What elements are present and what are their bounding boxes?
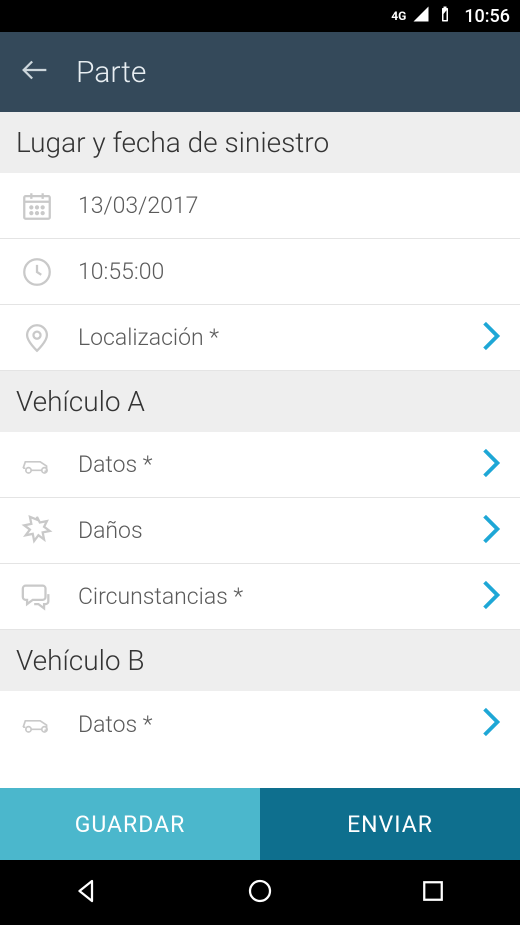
network-label: 4G bbox=[391, 9, 406, 23]
nav-back-icon[interactable] bbox=[72, 876, 102, 910]
veha-circ-label: Circunstancias * bbox=[78, 583, 458, 610]
row-time[interactable]: 10:55:00 bbox=[0, 239, 520, 305]
android-nav-bar bbox=[0, 860, 520, 925]
chevron-right-icon bbox=[480, 579, 502, 615]
clock-time: 10:56 bbox=[464, 6, 510, 27]
send-button[interactable]: ENVIAR bbox=[260, 788, 520, 860]
row-veha-danos[interactable]: Daños bbox=[0, 498, 520, 564]
row-vehb-datos[interactable]: Datos * bbox=[0, 691, 520, 757]
time-value: 10:55:00 bbox=[78, 258, 502, 285]
row-veha-datos[interactable]: Datos * bbox=[0, 432, 520, 498]
back-icon[interactable] bbox=[18, 53, 52, 91]
section-header-veh-a: Vehículo A bbox=[0, 371, 520, 432]
chevron-right-icon bbox=[480, 447, 502, 483]
battery-icon bbox=[436, 5, 454, 28]
damage-icon bbox=[18, 514, 56, 548]
signal-icon bbox=[412, 5, 430, 28]
location-icon bbox=[18, 321, 56, 355]
veha-danos-label: Daños bbox=[78, 517, 458, 544]
chevron-right-icon bbox=[480, 513, 502, 549]
car-icon bbox=[18, 707, 56, 741]
row-veha-circ[interactable]: Circunstancias * bbox=[0, 564, 520, 630]
section-header-veh-b: Vehículo B bbox=[0, 630, 520, 691]
status-bar: 4G 10:56 bbox=[0, 0, 520, 32]
row-date[interactable]: 13/03/2017 bbox=[0, 173, 520, 239]
location-label: Localización * bbox=[78, 324, 458, 351]
clock-icon bbox=[18, 255, 56, 289]
chevron-right-icon bbox=[480, 320, 502, 356]
page-title: Parte bbox=[76, 55, 146, 90]
vehb-datos-label: Datos * bbox=[78, 711, 458, 738]
bottom-actions: GUARDAR ENVIAR bbox=[0, 788, 520, 860]
chevron-right-icon bbox=[480, 706, 502, 742]
section-header-lugar: Lugar y fecha de siniestro bbox=[0, 112, 520, 173]
veha-datos-label: Datos * bbox=[78, 451, 458, 478]
calendar-icon bbox=[18, 189, 56, 223]
nav-recent-icon[interactable] bbox=[418, 876, 448, 910]
nav-home-icon[interactable] bbox=[245, 876, 275, 910]
save-button[interactable]: GUARDAR bbox=[0, 788, 260, 860]
car-icon bbox=[18, 448, 56, 482]
row-location[interactable]: Localización * bbox=[0, 305, 520, 371]
chat-icon bbox=[18, 580, 56, 614]
app-bar: Parte bbox=[0, 32, 520, 112]
date-value: 13/03/2017 bbox=[78, 192, 502, 219]
